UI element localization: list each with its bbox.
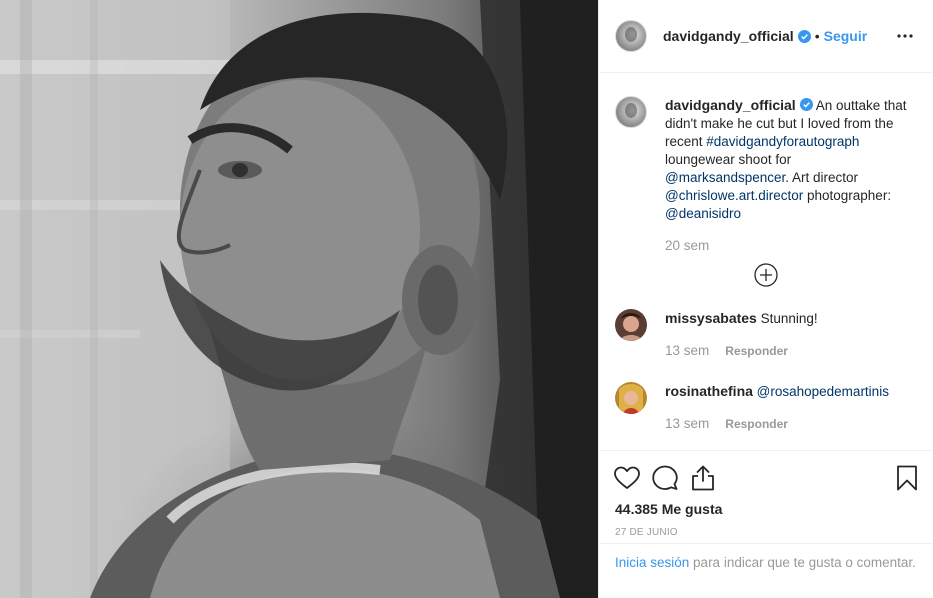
comment-item: missysabates Stunning! 13 sem Responder	[615, 309, 917, 360]
comment-text: Stunning!	[760, 311, 818, 326]
commenter-avatar[interactable]	[615, 382, 647, 414]
plus-circle-icon	[754, 263, 778, 287]
login-prompt: Inicia sesión para indicar que te gusta …	[599, 543, 933, 572]
follow-button[interactable]: Seguir	[824, 28, 868, 44]
commenter-avatar[interactable]	[615, 309, 647, 341]
comment-mention-link[interactable]: @rosahopedemartinis	[757, 384, 889, 399]
follow-separator: •	[814, 28, 820, 44]
likes-count[interactable]: 44.385 Me gusta	[615, 501, 917, 517]
post-photo-illustration	[0, 0, 598, 598]
caption-text: photographer:	[803, 188, 892, 203]
more-options-button[interactable]	[893, 24, 917, 48]
comment-time[interactable]: 13 sem	[665, 342, 709, 360]
commenter-username[interactable]: missysabates	[665, 310, 757, 326]
like-button[interactable]	[613, 464, 641, 492]
caption-hashtag-link[interactable]: #davidgandyforautograph	[706, 134, 859, 149]
caption-text: loungewear shoot for	[665, 152, 792, 167]
verified-badge-icon	[797, 29, 811, 43]
comment-button[interactable]	[651, 464, 679, 492]
caption-username[interactable]: davidgandy_official	[665, 97, 796, 113]
comments-list[interactable]: davidgandy_official An outtake that didn…	[599, 74, 933, 450]
post-header: davidgandy_official • Seguir	[599, 0, 933, 73]
bookmark-icon	[897, 465, 917, 491]
caption-time[interactable]: 20 sem	[665, 237, 910, 255]
post-date[interactable]: 27 DE JUNIO	[615, 527, 917, 538]
instagram-post: davidgandy_official • Seguir davidgandy_…	[0, 0, 933, 598]
post-photo[interactable]	[0, 0, 598, 598]
comment-icon	[652, 465, 678, 490]
load-more-comments-button[interactable]	[615, 263, 917, 287]
heart-icon	[614, 466, 640, 489]
action-bar	[613, 455, 917, 501]
caption-text: . Art director	[785, 170, 859, 185]
save-button[interactable]	[893, 464, 921, 492]
login-link[interactable]: Inicia sesión	[615, 555, 689, 570]
post-actions-area: 44.385 Me gusta 27 DE JUNIO	[599, 450, 933, 538]
more-options-icon	[897, 34, 913, 38]
comment-item: rosinathefina @rosahopedemartinis 13 sem…	[615, 382, 917, 433]
caption-mention-link[interactable]: @chrislowe.art.director	[665, 188, 803, 203]
author-username[interactable]: davidgandy_official	[663, 28, 794, 44]
reply-button[interactable]: Responder	[725, 415, 788, 433]
caption-avatar[interactable]	[615, 96, 647, 128]
caption: davidgandy_official An outtake that didn…	[615, 74, 917, 255]
author-avatar[interactable]	[615, 20, 647, 52]
caption-mention-link[interactable]: @deanisidro	[665, 206, 741, 221]
verified-badge-icon	[799, 98, 813, 111]
share-button[interactable]	[689, 464, 717, 492]
post-side-panel: davidgandy_official • Seguir davidgandy_…	[598, 0, 933, 598]
share-icon	[692, 465, 714, 491]
login-prompt-text: para indicar que te gusta o comentar.	[689, 555, 916, 570]
reply-button[interactable]: Responder	[725, 342, 788, 360]
comment-time[interactable]: 13 sem	[665, 415, 709, 433]
caption-mention-link[interactable]: @marksandspencer	[665, 170, 785, 185]
caption-body: davidgandy_official An outtake that didn…	[665, 96, 910, 255]
commenter-username[interactable]: rosinathefina	[665, 383, 753, 399]
